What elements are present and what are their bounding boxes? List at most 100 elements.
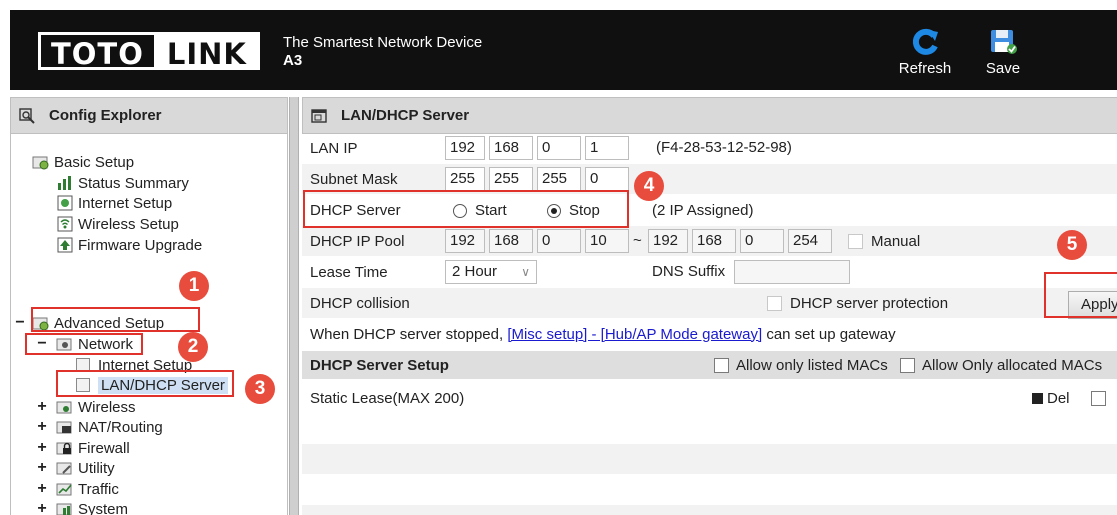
collapse-toggle[interactable]: −: [14, 313, 26, 333]
lan-ip-octet-1[interactable]: 192: [445, 136, 485, 160]
lan-ip-octet-2[interactable]: 168: [489, 136, 533, 160]
pool-end-octet-4[interactable]: 254: [788, 229, 832, 253]
expand-toggle[interactable]: +: [36, 499, 48, 515]
dhcp-start-label: Start: [475, 202, 507, 219]
lease-time-select[interactable]: 2 Hour ∨: [445, 260, 537, 284]
dhcp-start-radio[interactable]: [453, 203, 467, 218]
dns-suffix-label: DNS Suffix: [652, 263, 726, 280]
model-name: A3: [283, 52, 303, 69]
dhcp-start-option[interactable]: Start: [453, 202, 507, 219]
traffic-icon: [56, 481, 74, 497]
annotation-badge-2: 2: [178, 332, 208, 362]
tree-label: Utility: [78, 459, 115, 477]
pool-start-octet-3[interactable]: 0: [537, 229, 581, 253]
expand-toggle[interactable]: +: [36, 397, 48, 417]
pool-separator: ~: [633, 232, 642, 249]
mac-address: (F4-28-53-12-52-98): [656, 139, 792, 156]
del-option[interactable]: Del: [1032, 390, 1070, 407]
tree-item-wireless-setup[interactable]: Wireless Setup: [56, 214, 179, 234]
tree-item-utility[interactable]: Utility: [56, 458, 115, 478]
notice-suffix: can set up gateway: [762, 325, 896, 343]
upgrade-icon: [56, 237, 74, 253]
lan-ip-octet-4[interactable]: 1: [585, 136, 629, 160]
dhcp-stop-label: Stop: [569, 202, 600, 219]
pool-start-octet-2[interactable]: 168: [489, 229, 533, 253]
tree-item-system[interactable]: System: [56, 499, 128, 515]
static-lease-row: Static Lease(MAX 200) Del: [302, 383, 1117, 413]
manual-checkbox[interactable]: [848, 234, 863, 249]
wireless-icon: [56, 399, 74, 415]
tree-item-firmware-upgrade[interactable]: Firmware Upgrade: [56, 235, 202, 255]
utility-icon: [56, 460, 74, 476]
manual-option[interactable]: Manual: [848, 233, 920, 250]
subnet-octet-3[interactable]: 255: [537, 167, 581, 191]
tree-label: LAN/DHCP Server: [98, 376, 228, 394]
tree-item-lan-dhcp-server[interactable]: LAN/DHCP Server: [76, 375, 228, 395]
chevron-down-icon: ∨: [521, 265, 530, 279]
tree-item-wireless[interactable]: Wireless: [56, 397, 136, 417]
tree-item-traffic[interactable]: Traffic: [56, 479, 119, 499]
pool-start-octet-4[interactable]: 10: [585, 229, 629, 253]
page-icon: [76, 358, 90, 372]
protection-option[interactable]: DHCP server protection: [767, 295, 948, 312]
allow-listed-option[interactable]: Allow only listed MACs: [714, 357, 888, 374]
pool-end-octet-1[interactable]: 192: [648, 229, 688, 253]
tree-label: NAT/Routing: [78, 418, 163, 436]
notice-row: When DHCP server stopped, [Misc setup] -…: [302, 319, 1117, 349]
subnet-label: Subnet Mask: [310, 170, 398, 188]
network-icon: [56, 336, 74, 352]
pool-end-octet-2[interactable]: 168: [692, 229, 736, 253]
annotation-badge-5: 5: [1057, 230, 1087, 260]
logo-left-text: TOTO: [38, 32, 154, 71]
tagline: The Smartest Network Device A3: [283, 34, 482, 70]
dhcp-stop-radio[interactable]: [547, 203, 561, 218]
allow-allocated-checkbox[interactable]: [900, 357, 915, 373]
tree-item-basic-setup[interactable]: Basic Setup: [32, 152, 134, 172]
lan-ip-octet-3[interactable]: 0: [537, 136, 581, 160]
expand-toggle[interactable]: +: [36, 479, 48, 499]
protection-checkbox[interactable]: [767, 296, 782, 311]
tree-item-network[interactable]: Network: [56, 334, 133, 354]
lan-dhcp-title: LAN/DHCP Server: [341, 107, 470, 124]
misc-setup-link[interactable]: [Misc setup] - [Hub/AP Mode gateway]: [507, 326, 762, 343]
tree-label: Wireless: [78, 398, 136, 416]
expand-toggle[interactable]: +: [36, 438, 48, 458]
tree-label: Advanced Setup: [54, 314, 165, 332]
dns-suffix-input[interactable]: [734, 260, 850, 284]
tree-item-advanced-setup[interactable]: Advanced Setup: [32, 313, 164, 333]
refresh-button[interactable]: Refresh: [890, 24, 960, 77]
tree-item-nat-routing[interactable]: NAT/Routing: [56, 417, 163, 437]
notice-text: When DHCP server stopped, [Misc setup] -…: [310, 326, 896, 343]
subnet-octet-1[interactable]: 255: [445, 167, 485, 191]
expand-toggle[interactable]: +: [36, 458, 48, 478]
tree-item-network-internet-setup[interactable]: Internet Setup: [76, 355, 192, 375]
del-checkbox[interactable]: [1091, 390, 1106, 406]
chart-icon: [56, 175, 74, 191]
collapse-toggle[interactable]: −: [36, 334, 48, 354]
manual-label: Manual: [871, 233, 921, 250]
routing-icon: [56, 419, 74, 435]
apply-button[interactable]: Apply: [1068, 291, 1117, 319]
save-button[interactable]: Save: [968, 24, 1038, 77]
dhcp-stop-option[interactable]: Stop: [547, 202, 600, 219]
protection-label: DHCP server protection: [790, 295, 949, 312]
pool-start-octet-1[interactable]: 192: [445, 229, 485, 253]
panel-splitter[interactable]: [289, 97, 299, 515]
subnet-octet-4[interactable]: 0: [585, 167, 629, 191]
subnet-octet-2[interactable]: 255: [489, 167, 533, 191]
tree-item-firewall[interactable]: Firewall: [56, 438, 130, 458]
save-label: Save: [985, 60, 1021, 77]
annotation-badge-1: 1: [179, 271, 209, 301]
collision-label: DHCP collision: [310, 294, 410, 312]
globe-icon: [56, 195, 74, 211]
tree-item-status-summary[interactable]: Status Summary: [56, 173, 189, 193]
assigned-count: (2 IP Assigned): [652, 202, 754, 219]
allow-allocated-option[interactable]: Allow Only allocated MACs: [900, 357, 1102, 374]
pool-end-octet-3[interactable]: 0: [740, 229, 784, 253]
tree-item-internet-setup[interactable]: Internet Setup: [56, 193, 172, 213]
tree-label: Status Summary: [78, 174, 189, 192]
dhcp-server-label: DHCP Server: [310, 201, 401, 219]
empty-row: [302, 505, 1117, 515]
expand-toggle[interactable]: +: [36, 417, 48, 437]
allow-listed-checkbox[interactable]: [714, 357, 729, 373]
